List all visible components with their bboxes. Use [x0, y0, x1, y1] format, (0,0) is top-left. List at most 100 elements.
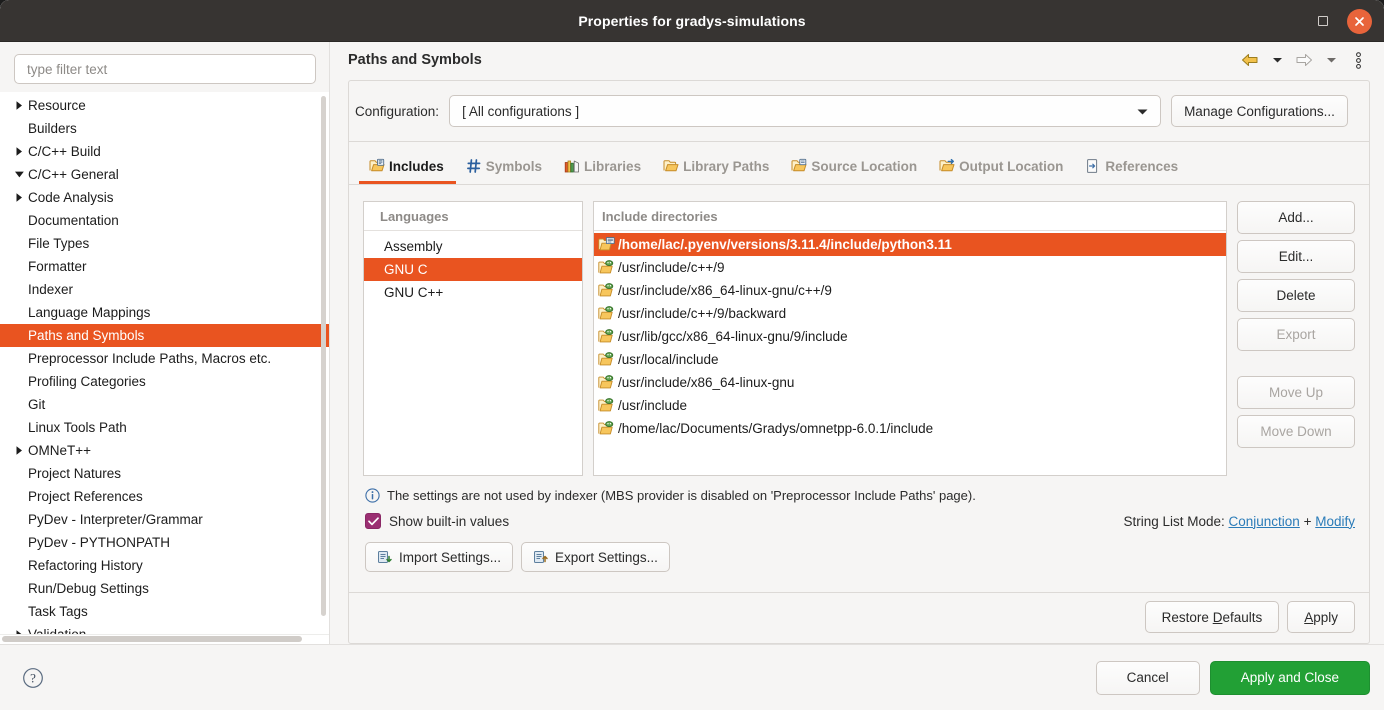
include-directory-path: /usr/include/c++/9/backward	[618, 306, 787, 321]
import-settings-button[interactable]: Import Settings...	[365, 542, 514, 572]
sidebar-item-profiling-categories[interactable]: Profiling Categories	[0, 370, 329, 393]
language-item[interactable]: GNU C	[364, 258, 582, 281]
sidebar-item-preprocessor-include-paths-macros-etc[interactable]: Preprocessor Include Paths, Macros etc.	[0, 347, 329, 370]
language-item[interactable]: GNU C++	[364, 281, 582, 304]
back-arrow-icon[interactable]	[1238, 48, 1262, 72]
configuration-select[interactable]: [ All configurations ]	[449, 95, 1162, 127]
sidebar-item-pydev-pythonpath[interactable]: PyDev - PYTHONPATH	[0, 531, 329, 554]
chevron-down-icon	[1137, 104, 1148, 119]
sidebar-item-formatter[interactable]: Formatter	[0, 255, 329, 278]
delete-button[interactable]: Delete	[1237, 279, 1355, 312]
sidebar-item-paths-and-symbols[interactable]: Paths and Symbols	[0, 324, 329, 347]
filter-container	[0, 42, 329, 92]
sidebar-item-pydev-interpreter-grammar[interactable]: PyDev - Interpreter/Grammar	[0, 508, 329, 531]
sidebar-item-c-c-general[interactable]: C/C++ General	[0, 163, 329, 186]
sidebar-item-run-debug-settings[interactable]: Run/Debug Settings	[0, 577, 329, 600]
tab-output-location[interactable]: Output Location	[929, 152, 1075, 184]
tab-label: Library Paths	[683, 158, 770, 174]
sidebar-item-c-c-build[interactable]: C/C++ Build	[0, 140, 329, 163]
manage-configurations-button[interactable]: Manage Configurations...	[1171, 95, 1348, 127]
include-directory-path: /usr/local/include	[618, 352, 719, 367]
modify-link[interactable]: Modify	[1315, 514, 1355, 529]
tree-vertical-scrollbar[interactable]	[321, 96, 326, 616]
button-group-spacer	[1237, 357, 1355, 370]
sidebar-item-file-types[interactable]: File Types	[0, 232, 329, 255]
sidebar-item-refactoring-history[interactable]: Refactoring History	[0, 554, 329, 577]
info-icon	[365, 488, 380, 503]
sidebar-item-code-analysis[interactable]: Code Analysis	[0, 186, 329, 209]
window-title: Properties for gradys-simulations	[578, 12, 806, 29]
builtin-folder-icon	[598, 306, 614, 320]
export-icon	[533, 549, 549, 565]
forward-history-chevron-down-icon[interactable]	[1319, 48, 1343, 72]
import-settings-label: Import Settings...	[399, 549, 502, 565]
sidebar-item-language-mappings[interactable]: Language Mappings	[0, 301, 329, 324]
indexer-info-row: The settings are not used by indexer (MB…	[365, 488, 1355, 503]
show-builtin-label: Show built-in values	[389, 513, 510, 529]
chevron-right-icon	[16, 147, 22, 156]
reference-icon	[1087, 159, 1098, 173]
tab-label: Libraries	[584, 158, 642, 174]
include-directory-row[interactable]: /usr/include/c++/9/backward	[594, 302, 1226, 325]
export-settings-button[interactable]: Export Settings...	[521, 542, 670, 572]
include-directory-row[interactable]: /usr/include/x86_64-linux-gnu	[594, 371, 1226, 394]
apply-and-close-button[interactable]: Apply and Close	[1209, 660, 1370, 695]
page-title: Paths and Symbols	[348, 52, 482, 68]
include-directory-row[interactable]: /home/lac/.pyenv/versions/3.11.4/include…	[594, 233, 1226, 256]
tree-twisty[interactable]	[10, 100, 28, 111]
close-icon[interactable]	[1347, 8, 1372, 34]
sidebar-item-label: Indexer	[28, 281, 74, 297]
vertical-dots-icon[interactable]	[1346, 48, 1370, 72]
properties-dialog: Properties for gradys-simulations Resour…	[0, 0, 1384, 710]
include-directory-row[interactable]: /usr/include/c++/9	[594, 256, 1226, 279]
apply-button[interactable]: Apply	[1287, 601, 1355, 633]
tab-label: Symbols	[485, 158, 543, 174]
sidebar-item-label: Documentation	[28, 212, 119, 228]
sidebar-item-git[interactable]: Git	[0, 393, 329, 416]
include-directory-row[interactable]: /usr/include/x86_64-linux-gnu/c++/9	[594, 279, 1226, 302]
include-directory-row[interactable]: /home/lac/Documents/Gradys/omnetpp-6.0.1…	[594, 417, 1226, 440]
forward-arrow-icon[interactable]	[1292, 48, 1316, 72]
sidebar-item-project-natures[interactable]: Project Natures	[0, 462, 329, 485]
cancel-button[interactable]: Cancel	[1095, 660, 1200, 695]
title-bar: Properties for gradys-simulations	[0, 0, 1384, 42]
language-item[interactable]: Assembly	[364, 235, 582, 258]
tree-twisty[interactable]	[10, 445, 28, 456]
dialog-footer: ? Cancel Apply and Close	[0, 644, 1384, 710]
sidebar-item-builders[interactable]: Builders	[0, 117, 329, 140]
add-button[interactable]: Add...	[1237, 201, 1355, 234]
show-builtin-checkbox[interactable]	[365, 513, 381, 529]
tree-twisty[interactable]	[10, 170, 28, 179]
sidebar-item-linux-tools-path[interactable]: Linux Tools Path	[0, 416, 329, 439]
include-directory-row[interactable]: /usr/include	[594, 394, 1226, 417]
tab-symbols[interactable]: Symbols	[456, 152, 554, 184]
tree-horizontal-scrollbar[interactable]	[0, 634, 329, 644]
tab-libraries[interactable]: Libraries	[554, 152, 653, 184]
maximize-icon[interactable]	[1313, 11, 1333, 31]
include-directory-row[interactable]: /usr/local/include	[594, 348, 1226, 371]
sidebar-item-project-references[interactable]: Project References	[0, 485, 329, 508]
help-icon[interactable]: ?	[20, 665, 46, 691]
scrollbar-thumb[interactable]	[2, 636, 302, 642]
sidebar-item-documentation[interactable]: Documentation	[0, 209, 329, 232]
includes-icon	[369, 158, 385, 172]
sidebar-item-task-tags[interactable]: Task Tags	[0, 600, 329, 623]
include-directory-path: /usr/include/c++/9	[618, 260, 725, 275]
search-input[interactable]	[14, 54, 316, 84]
tab-source-location[interactable]: Source Location	[781, 152, 929, 184]
tree-twisty[interactable]	[10, 146, 28, 157]
back-history-chevron-down-icon[interactable]	[1265, 48, 1289, 72]
page-header: Paths and Symbols	[330, 42, 1384, 78]
tree-twisty[interactable]	[10, 192, 28, 203]
tab-references[interactable]: References	[1075, 152, 1190, 184]
tab-library-paths[interactable]: Library Paths	[653, 152, 781, 184]
sidebar-item-resource[interactable]: Resource	[0, 94, 329, 117]
sidebar-item-omnet[interactable]: OMNeT++	[0, 439, 329, 462]
sidebar-item-indexer[interactable]: Indexer	[0, 278, 329, 301]
edit-button[interactable]: Edit...	[1237, 240, 1355, 273]
include-directory-row[interactable]: /usr/lib/gcc/x86_64-linux-gnu/9/include	[594, 325, 1226, 348]
restore-defaults-button[interactable]: Restore Defaults	[1144, 601, 1280, 633]
tab-includes[interactable]: Includes	[359, 152, 456, 184]
conjunction-link[interactable]: Conjunction	[1229, 514, 1300, 529]
sidebar-item-label: PyDev - Interpreter/Grammar	[28, 511, 203, 527]
